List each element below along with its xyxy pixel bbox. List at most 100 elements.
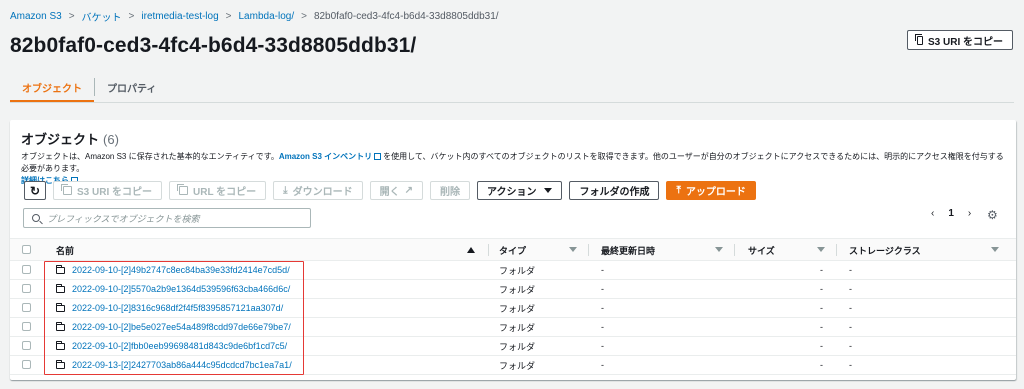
sort-icon[interactable] xyxy=(991,247,999,253)
inventory-link[interactable]: Amazon S3 インベントリ xyxy=(279,152,372,161)
column-header-type[interactable]: タイプ xyxy=(499,239,526,261)
object-name-link[interactable]: 2022-09-10-[2]fbb0eeb99698481d843c9de6bf… xyxy=(72,337,287,355)
refresh-icon: ↻ xyxy=(29,183,41,198)
copy-icon xyxy=(177,184,189,195)
copy-icon xyxy=(61,184,72,195)
tab-bar: オブジェクト プロパティ xyxy=(10,72,168,103)
delete-label: 削除 xyxy=(439,187,460,198)
panel-title: オブジェクト (6) xyxy=(21,129,119,148)
copy-icon xyxy=(915,33,923,45)
search-placeholder: プレフィックスでオブジェクトを検索 xyxy=(47,213,200,224)
copy-s3-uri-toolbar-label: S3 URI をコピー xyxy=(77,187,153,198)
object-storage-class: - xyxy=(849,303,852,313)
object-modified: - xyxy=(601,360,604,370)
actions-dropdown[interactable]: アクション xyxy=(476,181,563,200)
copy-s3-uri-toolbar-button[interactable]: S3 URI をコピー xyxy=(53,181,163,200)
actions-label: アクション xyxy=(486,187,537,198)
refresh-button[interactable]: ↻ xyxy=(24,181,46,200)
object-name-link[interactable]: 2022-09-10-[2]be5e027ee54a489f8cdd97de66… xyxy=(72,318,291,336)
chevron-right-icon: > xyxy=(68,11,75,22)
table-row[interactable]: 2022-09-10-[2]5570a2b9e1364d539596f63cba… xyxy=(10,280,1016,299)
breadcrumb-item-buckets[interactable]: バケット xyxy=(82,9,122,24)
delete-button[interactable]: 削除 xyxy=(429,181,470,200)
breadcrumb-item-bucket[interactable]: iretmedia-test-log xyxy=(141,11,218,22)
download-button[interactable]: ⤓ ダウンロード xyxy=(273,181,363,200)
object-size: - xyxy=(820,303,823,313)
row-checkbox[interactable] xyxy=(22,303,31,312)
chevron-right-icon: > xyxy=(128,11,135,22)
panel-title-text: オブジェクト xyxy=(21,132,100,147)
external-link-icon xyxy=(374,153,382,160)
breadcrumb: Amazon S3 > バケット > iretmedia-test-log > … xyxy=(10,9,499,24)
object-name-link[interactable]: 2022-09-10-[2]49b2747c8ec84ba39e33fd2414… xyxy=(72,261,290,279)
page-title: 82b0faf0-ced3-4fc4-b6d4-33d8805ddb31/ xyxy=(10,34,417,57)
object-name-link[interactable]: 2022-09-10-[2]5570a2b9e1364d539596f63cba… xyxy=(72,280,290,298)
upload-icon: ⤒ xyxy=(676,185,681,196)
object-size: - xyxy=(820,341,823,351)
search-input[interactable]: プレフィックスでオブジェクトを検索 xyxy=(23,208,311,228)
table-header: 名前 タイプ 最終更新日時 サイズ ストレージクラス xyxy=(10,238,1016,261)
create-folder-label: フォルダの作成 xyxy=(579,187,650,198)
row-checkbox[interactable] xyxy=(22,360,31,369)
prev-page-icon[interactable]: ‹ xyxy=(931,208,934,219)
object-modified: - xyxy=(601,303,604,313)
row-checkbox[interactable] xyxy=(22,322,31,331)
external-link-icon: ↗ xyxy=(404,185,413,196)
table-row[interactable]: 2022-09-10-[2]be5e027ee54a489f8cdd97de66… xyxy=(10,318,1016,337)
column-header-storage-class[interactable]: ストレージクラス xyxy=(849,239,921,261)
table-row[interactable]: 2022-09-10-[2]fbb0eeb99698481d843c9de6bf… xyxy=(10,337,1016,356)
object-name-link[interactable]: 2022-09-13-[2]2427703ab86a444c95dcdcd7bc… xyxy=(72,356,292,374)
object-modified: - xyxy=(601,265,604,275)
object-type: フォルダ xyxy=(499,265,536,276)
folder-icon xyxy=(56,337,65,355)
breadcrumb-item-current: 82b0faf0-ced3-4fc4-b6d4-33d8805ddb31/ xyxy=(313,11,499,22)
object-size: - xyxy=(820,265,823,275)
row-checkbox[interactable] xyxy=(22,341,31,350)
current-page[interactable]: 1 xyxy=(948,208,954,219)
column-header-modified[interactable]: 最終更新日時 xyxy=(601,239,655,261)
object-storage-class: - xyxy=(849,284,852,294)
select-all-checkbox[interactable] xyxy=(22,245,31,254)
table-row[interactable]: 2022-09-13-[2]2427703ab86a444c95dcdcd7bc… xyxy=(10,356,1016,375)
copy-url-label: URL をコピー xyxy=(193,187,257,198)
copy-s3-uri-button[interactable]: S3 URI をコピー xyxy=(907,30,1013,50)
row-checkbox[interactable] xyxy=(22,265,31,274)
table-row[interactable]: 2022-09-10-[2]8316c968df2f4f5f8395857121… xyxy=(10,299,1016,318)
tabs-divider-line xyxy=(10,102,1014,103)
tab-properties[interactable]: プロパティ xyxy=(95,72,168,102)
object-type: フォルダ xyxy=(499,341,536,352)
table-row[interactable]: 2022-09-10-[2]49b2747c8ec84ba39e33fd2414… xyxy=(10,261,1016,280)
create-folder-button[interactable]: フォルダの作成 xyxy=(569,181,660,200)
breadcrumb-item-s3[interactable]: Amazon S3 xyxy=(10,11,62,22)
column-divider xyxy=(734,244,735,256)
object-type: フォルダ xyxy=(499,360,536,371)
copy-url-button[interactable]: URL をコピー xyxy=(169,181,267,200)
pagination: ‹ 1 › xyxy=(924,208,978,219)
object-type: フォルダ xyxy=(499,284,536,295)
column-header-size[interactable]: サイズ xyxy=(748,239,775,261)
object-size: - xyxy=(820,284,823,294)
objects-table: 名前 タイプ 最終更新日時 サイズ ストレージクラス 2022-09-10-[2… xyxy=(10,238,1016,375)
tab-objects[interactable]: オブジェクト xyxy=(10,72,94,103)
sort-ascending-icon[interactable] xyxy=(467,247,475,253)
chevron-right-icon: > xyxy=(301,11,307,22)
sort-icon[interactable] xyxy=(715,247,723,253)
column-divider xyxy=(488,244,489,256)
download-label: ダウンロード xyxy=(292,187,353,198)
column-header-name[interactable]: 名前 xyxy=(56,239,74,261)
folder-icon xyxy=(56,318,65,336)
row-checkbox[interactable] xyxy=(22,284,31,293)
folder-icon xyxy=(56,356,65,374)
breadcrumb-item-folder[interactable]: Lambda-log/ xyxy=(239,11,295,22)
open-button[interactable]: 開く ↗ xyxy=(369,181,423,200)
chevron-right-icon: > xyxy=(225,11,232,22)
object-storage-class: - xyxy=(849,360,852,370)
next-page-icon[interactable]: › xyxy=(968,208,971,219)
sort-icon[interactable] xyxy=(569,247,577,253)
gear-icon[interactable]: ⚙ xyxy=(987,208,998,222)
sort-icon[interactable] xyxy=(817,247,825,253)
object-modified: - xyxy=(601,341,604,351)
object-modified: - xyxy=(601,322,604,332)
object-name-link[interactable]: 2022-09-10-[2]8316c968df2f4f5f8395857121… xyxy=(72,299,283,317)
upload-button[interactable]: ⤒ アップロード xyxy=(666,181,756,200)
